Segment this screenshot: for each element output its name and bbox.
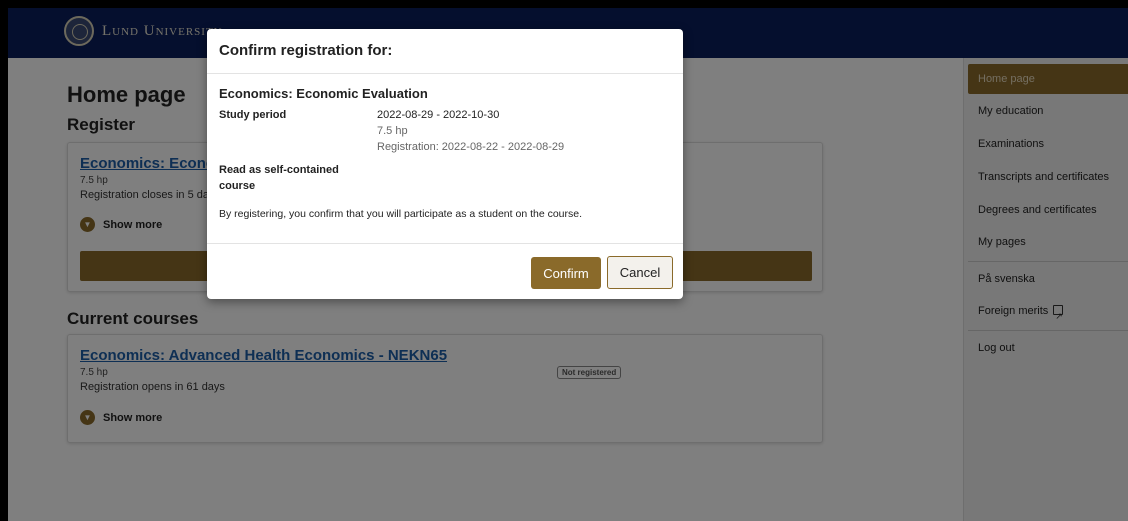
confirm-registration-dialog: Confirm registration for: Economics: Eco… — [207, 29, 683, 299]
dialog-header: Confirm registration for: — [207, 29, 683, 74]
dialog-title: Confirm registration for: — [219, 42, 393, 59]
course-credits: 7.5 hp — [377, 125, 408, 137]
study-period-value: 2022-08-29 - 2022-10-30 — [377, 109, 500, 121]
study-period-label: Study period — [219, 109, 287, 121]
registration-period: Registration: 2022-08-22 - 2022-08-29 — [377, 141, 565, 153]
read-as-label-line1: Read as self-contained — [219, 164, 339, 176]
cancel-button[interactable]: Cancel — [607, 256, 673, 289]
course-name: Economics: Economic Evaluation — [219, 86, 428, 101]
confirm-statement: By registering, you confirm that you wil… — [219, 208, 583, 220]
dialog-footer: Confirm Cancel — [207, 243, 683, 299]
read-as-label-line2: course — [219, 180, 256, 192]
app-window: Lund University Home page Register Econo… — [8, 8, 1128, 521]
confirm-button[interactable]: Confirm — [531, 257, 601, 289]
